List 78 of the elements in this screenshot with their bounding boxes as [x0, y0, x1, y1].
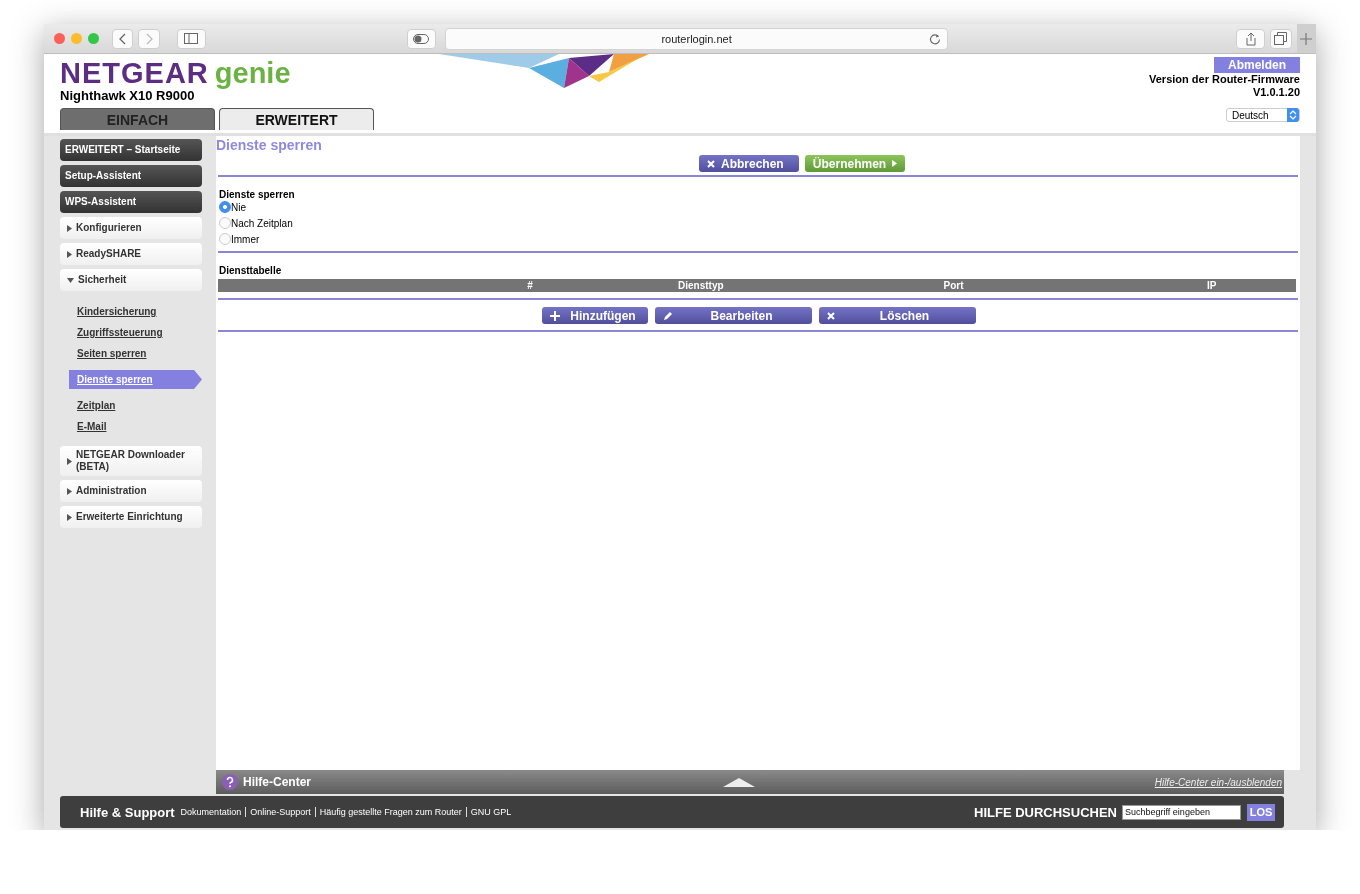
sidebar-item[interactable]: Konfigurieren	[60, 217, 202, 239]
reload-icon[interactable]	[929, 32, 942, 45]
language-select[interactable]: Deutsch	[1226, 108, 1300, 122]
sidebar-link[interactable]: Seiten sperren	[69, 346, 147, 361]
pencil-icon	[663, 310, 673, 321]
chevron-right-icon	[144, 32, 155, 45]
toggle-button[interactable]	[406, 28, 436, 49]
edit-button[interactable]: Bearbeiten	[655, 307, 812, 324]
column-header: #	[526, 279, 534, 292]
product-logo: genie	[214, 58, 291, 88]
caret-right-icon	[67, 457, 72, 465]
close-dot[interactable]	[54, 33, 65, 44]
search-label: HILFE DURCHSUCHEN	[974, 804, 1117, 820]
footer-link[interactable]: Dokumentation	[180, 807, 242, 817]
sidebar-link[interactable]: Zugriffssteuerung	[69, 325, 163, 340]
sidebar-item[interactable]: Sicherheit	[60, 269, 202, 291]
add-button[interactable]: Hinzufügen	[542, 307, 648, 324]
sidebar-link[interactable]: E-Mail	[69, 419, 107, 434]
table-title: Diensttabelle	[219, 265, 283, 276]
sidebar-link[interactable]: Zeitplan	[69, 398, 116, 413]
firmware-version: V1.0.1.20	[1252, 86, 1300, 99]
stepper-icon	[1287, 108, 1299, 122]
sidebar-item[interactable]: WPS-Assistent	[60, 191, 202, 213]
cancel-button[interactable]: Abbrechen	[699, 155, 799, 172]
sidebar-item[interactable]: Administration	[60, 480, 202, 502]
radio-button[interactable]	[219, 233, 231, 245]
zoom-dot[interactable]	[88, 33, 99, 44]
toggle-icon	[413, 33, 430, 44]
sidebar-item[interactable]: ReadySHARE	[60, 243, 202, 265]
expand-arrow-icon[interactable]	[723, 777, 755, 787]
play-icon	[892, 160, 898, 167]
address-bar[interactable]: routerlogin.net	[444, 27, 949, 50]
sidebar-item[interactable]: NETGEAR Downloader (BETA)	[60, 446, 202, 476]
brand-logo: NETGEAR	[60, 58, 209, 88]
help-toggle-link[interactable]: Hilfe-Center ein-/ausblenden	[1154, 776, 1282, 788]
caret-right-icon	[67, 513, 72, 521]
tab[interactable]: ERWEITERT	[219, 108, 374, 130]
caret-down-icon	[67, 277, 74, 283]
sidebar-button[interactable]	[176, 28, 206, 49]
option-label[interactable]: Immer	[231, 233, 260, 245]
sidebar-item[interactable]: Setup-Assistent	[60, 165, 202, 187]
radio-button[interactable]	[219, 217, 231, 229]
search-field[interactable]: Suchbegriff eingeben	[1122, 804, 1241, 820]
model-name: Nighthawk X10 R9000	[60, 88, 196, 103]
plus-icon	[1300, 32, 1313, 45]
minimize-dot[interactable]	[71, 33, 82, 44]
column-header: Diensttyp	[677, 279, 725, 292]
footer-link[interactable]: Häufig gestellte Fragen zum Router	[319, 807, 462, 817]
chevron-left-icon	[117, 32, 128, 45]
firmware-label: Version der Router-Firmware	[1149, 73, 1300, 86]
page-title: Dienste sperren	[216, 136, 323, 155]
caret-right-icon	[67, 224, 72, 232]
back-button[interactable]	[112, 28, 134, 49]
sidebar-item[interactable]: Erweiterte Einrichtung	[60, 506, 202, 528]
footer-title: Hilfe & Support	[80, 804, 175, 820]
forward-button[interactable]	[138, 28, 160, 49]
column-header: IP	[1206, 279, 1218, 292]
caret-right-icon	[67, 487, 72, 495]
sidebar-item[interactable]: ERWEITERT – Startseite	[60, 139, 202, 161]
plus-icon	[550, 310, 560, 321]
delete-button[interactable]: Löschen	[819, 307, 976, 324]
option-label[interactable]: Nie	[231, 201, 246, 213]
footer-link[interactable]: GNU GPL	[470, 807, 512, 817]
caret-right-icon	[67, 250, 72, 258]
option-label[interactable]: Nach Zeitplan	[231, 217, 293, 229]
section-label: Dienste sperren	[219, 189, 296, 200]
share-icon	[1244, 31, 1257, 46]
help-center-title: Hilfe-Center	[243, 775, 311, 789]
radio-button[interactable]	[219, 201, 231, 213]
tabs-button[interactable]	[1270, 28, 1292, 49]
close-icon	[707, 159, 715, 168]
column-header: Port	[942, 279, 965, 292]
close-icon	[827, 311, 835, 320]
help-icon	[222, 774, 238, 790]
tabs-icon	[1274, 32, 1288, 45]
footer-link[interactable]: Online-Support	[250, 807, 311, 817]
sidebar-icon	[184, 33, 199, 44]
sidebar-link[interactable]: Kindersicherung	[69, 304, 157, 319]
